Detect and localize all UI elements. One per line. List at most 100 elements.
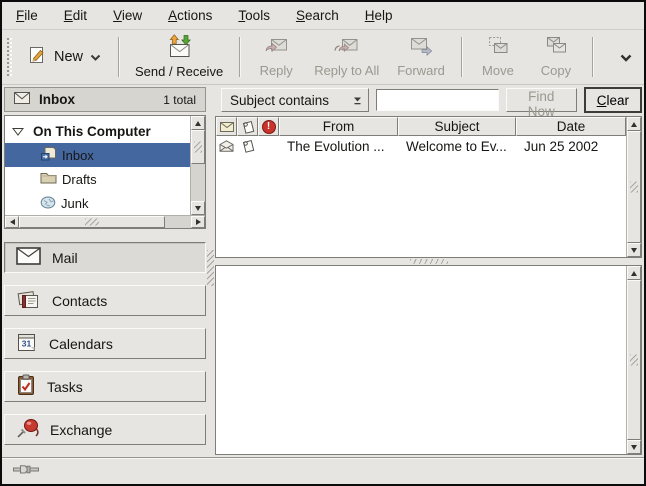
- reply-to-all-button[interactable]: Reply to All: [305, 32, 388, 83]
- tree-item-drafts[interactable]: Drafts: [5, 167, 190, 191]
- pane-splitter-vertical[interactable]: [206, 87, 215, 457]
- reply-to-all-label: Reply to All: [314, 63, 379, 78]
- reply-button[interactable]: Reply: [247, 32, 305, 83]
- switcher-contacts-button[interactable]: Contacts: [4, 285, 206, 316]
- message-from: The Evolution ...: [279, 139, 398, 154]
- column-header-message-status[interactable]: [216, 117, 237, 136]
- svg-text:31: 31: [22, 338, 32, 348]
- scrollbar-track[interactable]: [627, 131, 641, 243]
- priority-icon: !: [262, 120, 276, 134]
- mail-icon: [16, 247, 41, 268]
- scrollbar-track[interactable]: [19, 216, 191, 228]
- menu-tools[interactable]: Tools: [225, 3, 283, 28]
- column-header-priority[interactable]: !: [258, 117, 279, 136]
- move-label: Move: [482, 63, 514, 78]
- tree-scrollbar-vertical[interactable]: [190, 116, 205, 215]
- forward-label: Forward: [397, 63, 445, 78]
- switcher-label: Exchange: [50, 422, 112, 438]
- preview-content[interactable]: [216, 266, 626, 454]
- folder-header: Inbox 1 total: [4, 87, 206, 112]
- tree-scrollbar-horizontal[interactable]: [5, 215, 205, 228]
- tree-item-junk[interactable]: Junk: [5, 191, 190, 215]
- menu-edit[interactable]: Edit: [51, 3, 100, 28]
- toolbar-grip[interactable]: [7, 38, 12, 76]
- reply-icon: [263, 35, 290, 60]
- switcher-calendars-button[interactable]: 31 Calendars: [4, 328, 206, 359]
- scrollbar-thumb[interactable]: [19, 216, 165, 228]
- scroll-down-button[interactable]: [191, 201, 205, 215]
- scroll-up-button[interactable]: [627, 117, 641, 131]
- menu-search[interactable]: Search: [283, 3, 352, 28]
- exchange-plug-icon: [16, 417, 39, 442]
- closed-envelope-icon: [220, 122, 234, 132]
- find-now-button[interactable]: Find Now: [506, 88, 577, 112]
- expander-icon[interactable]: [12, 124, 24, 139]
- scroll-up-button[interactable]: [627, 266, 641, 280]
- message-list-header: ! From Subject Date: [216, 117, 626, 136]
- scrollbar-thumb[interactable]: [627, 131, 641, 243]
- message-list-scrollbar[interactable]: [626, 117, 641, 257]
- send-receive-icon: [166, 33, 193, 61]
- forward-button[interactable]: Forward: [388, 32, 454, 83]
- switcher-label: Tasks: [47, 379, 83, 395]
- column-header-from[interactable]: From: [279, 117, 398, 136]
- splitter-grip: [207, 250, 214, 286]
- switcher-label: Mail: [52, 250, 78, 266]
- status-bar: [2, 457, 644, 484]
- switcher-label: Calendars: [49, 336, 113, 352]
- scroll-left-button[interactable]: [5, 216, 19, 228]
- junk-icon: [40, 195, 56, 212]
- new-message-icon: [27, 45, 47, 69]
- search-criteria-dropdown[interactable]: Subject contains: [221, 88, 369, 112]
- menu-help[interactable]: Help: [352, 3, 406, 28]
- column-header-attachment[interactable]: [237, 117, 258, 136]
- online-status-plug-icon[interactable]: [13, 463, 40, 479]
- menu-bar: File Edit View Actions Tools Search Help: [2, 2, 644, 30]
- scrollbar-thumb[interactable]: [627, 280, 641, 440]
- attachment-icon: [241, 139, 255, 153]
- message-date: Jun 25 2002: [516, 139, 626, 154]
- toolbar-separator: [239, 37, 240, 77]
- column-header-date[interactable]: Date: [516, 117, 626, 136]
- scrollbar-thumb[interactable]: [191, 130, 205, 164]
- column-header-subject[interactable]: Subject: [398, 117, 516, 136]
- calendar-icon: 31: [16, 332, 38, 356]
- copy-button[interactable]: Copy: [527, 32, 585, 83]
- preview-scrollbar[interactable]: [626, 266, 641, 454]
- dropdown-arrow-icon: [353, 96, 362, 105]
- scroll-down-button[interactable]: [627, 440, 641, 454]
- switcher-mail-button[interactable]: Mail: [4, 242, 206, 273]
- scroll-down-button[interactable]: [627, 243, 641, 257]
- scrollbar-track[interactable]: [627, 280, 641, 440]
- tree-root-on-this-computer[interactable]: On This Computer: [5, 119, 190, 143]
- menu-view[interactable]: View: [100, 3, 155, 28]
- clear-button[interactable]: Clear: [584, 87, 642, 113]
- scroll-right-button[interactable]: [191, 216, 205, 228]
- menu-actions[interactable]: Actions: [155, 3, 225, 28]
- tree-item-inbox[interactable]: Inbox: [5, 143, 190, 167]
- toolbar-separator: [461, 37, 462, 77]
- move-button[interactable]: Move: [469, 32, 527, 83]
- pane-splitter-horizontal[interactable]: [215, 258, 642, 265]
- send-receive-button[interactable]: Send / Receive: [126, 30, 232, 84]
- contacts-icon: [16, 289, 41, 313]
- scroll-up-button[interactable]: [191, 116, 205, 130]
- inbox-icon: [40, 146, 57, 164]
- folder-message-count: 1 total: [163, 93, 196, 107]
- splitter-grip: [410, 259, 448, 264]
- switcher-exchange-button[interactable]: Exchange: [4, 414, 206, 445]
- toolbar-overflow-button[interactable]: [614, 46, 638, 69]
- search-input[interactable]: [376, 89, 499, 111]
- message-row[interactable]: The Evolution ... Welcome to Ev... Jun 2…: [216, 136, 626, 156]
- tasks-icon: [16, 374, 36, 399]
- toolbar-separator: [592, 37, 593, 77]
- new-button[interactable]: New: [17, 39, 111, 75]
- switcher-tasks-button[interactable]: Tasks: [4, 371, 206, 402]
- attachment-icon: [241, 120, 255, 134]
- message-subject: Welcome to Ev...: [398, 139, 516, 154]
- menu-file[interactable]: File: [3, 3, 51, 28]
- message-list-body: The Evolution ... Welcome to Ev... Jun 2…: [216, 136, 626, 257]
- forward-icon: [408, 35, 435, 60]
- scrollbar-track[interactable]: [191, 130, 205, 201]
- open-envelope-icon: [219, 140, 234, 152]
